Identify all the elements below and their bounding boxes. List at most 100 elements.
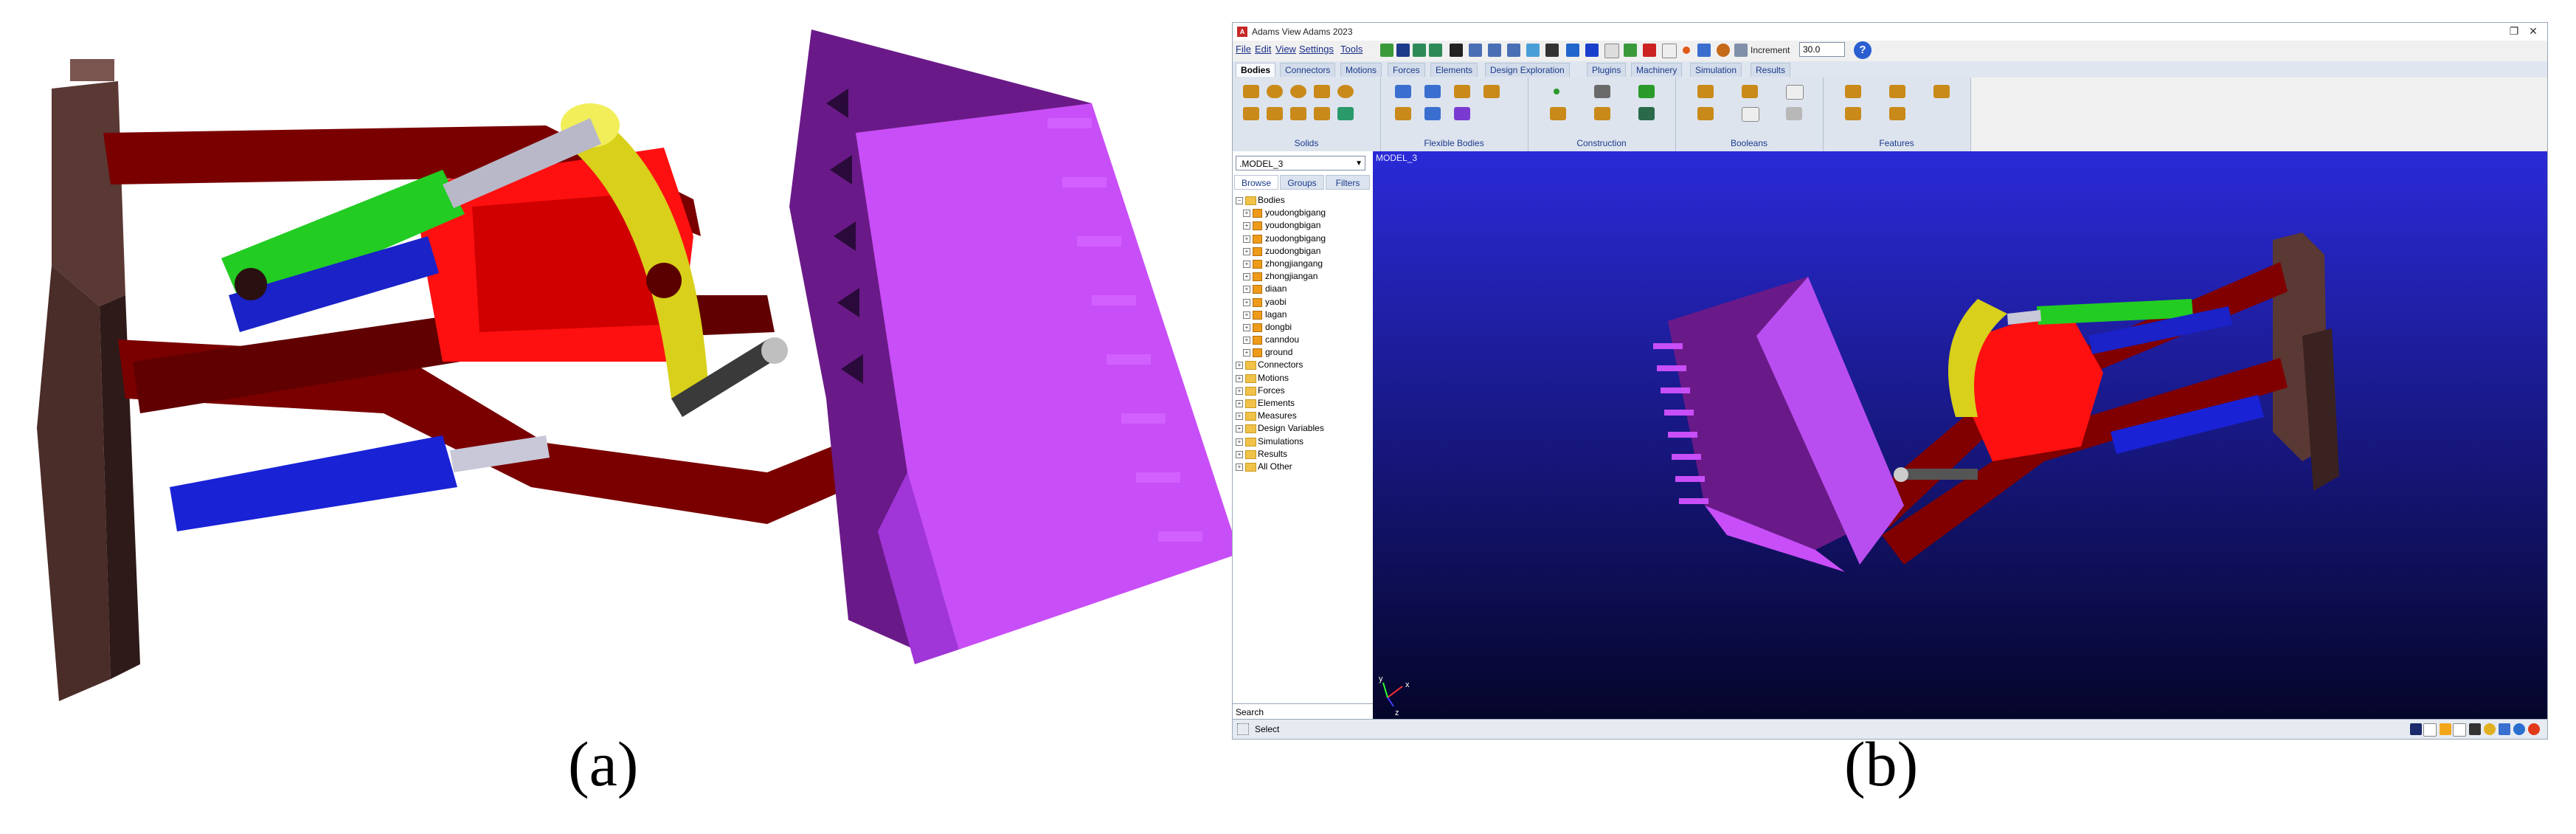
tab-plugins[interactable]: Plugins [1587,63,1627,77]
tree-item[interactable]: + youdongbigang [1236,207,1368,219]
union-icon[interactable] [1697,85,1714,98]
tab-results[interactable]: Results [1751,63,1791,77]
translate-icon[interactable] [1697,44,1711,57]
cut-icon[interactable] [1697,107,1714,120]
menu-tools[interactable]: Tools [1340,44,1363,55]
flex-swap-icon[interactable] [1424,85,1441,98]
expand-icon[interactable]: + [1236,463,1243,471]
expand-icon[interactable]: + [1243,298,1250,306]
tree-item[interactable]: + yaobi [1236,296,1368,309]
light-icon[interactable] [2484,723,2496,735]
restore-button[interactable]: ❐ [2506,25,2522,38]
tab-connectors[interactable]: Connectors [1280,63,1336,77]
cylinder-icon[interactable] [1267,85,1283,98]
expand-icon[interactable]: + [1236,400,1243,407]
tree-item[interactable]: + Motions [1236,372,1368,385]
increment-input[interactable] [1799,42,1845,57]
point-icon[interactable] [1554,89,1559,94]
tree-item[interactable]: + zhongjiangan [1236,270,1368,283]
expand-icon[interactable]: + [1236,438,1243,446]
expand-icon[interactable]: + [1243,273,1250,281]
spline-icon[interactable] [1594,107,1610,120]
expand-icon[interactable]: + [1243,247,1250,255]
expand-icon[interactable]: + [1243,260,1250,268]
hole-icon[interactable] [1933,85,1950,98]
new-model-icon[interactable] [1380,44,1393,57]
tree-item[interactable]: + Measures [1236,410,1368,422]
expand-icon[interactable]: + [1243,311,1250,319]
expand-icon[interactable]: + [1243,222,1250,230]
tab-motions[interactable]: Motions [1340,63,1382,77]
tree-item[interactable]: + Forces [1236,385,1368,397]
select-pointer-icon[interactable] [1450,44,1463,57]
menu-view[interactable]: View [1275,44,1296,55]
save-icon[interactable] [1396,44,1410,57]
database-icon[interactable] [2440,723,2451,735]
measure-icon[interactable] [1638,107,1655,120]
zoom-icon[interactable] [1469,44,1482,57]
tree-item[interactable]: + Simulations [1236,435,1368,448]
triad-icon[interactable] [1545,44,1559,57]
viewport-canvas[interactable]: x y z [1373,151,2547,720]
menu-file[interactable]: File [1236,44,1251,55]
rotate-icon[interactable] [1717,44,1730,57]
tree-item[interactable]: + Design Variables [1236,422,1368,435]
window-icon[interactable] [1662,44,1677,58]
tab-machinery[interactable]: Machinery [1631,63,1683,77]
menu-edit[interactable]: Edit [1255,44,1271,55]
boss-icon[interactable] [1845,107,1861,120]
marker-icon[interactable] [1594,85,1610,98]
box-icon[interactable] [1243,85,1259,98]
iso-view-icon[interactable] [1526,44,1540,57]
flex-rigid-icon[interactable] [1424,107,1441,120]
tree-item[interactable]: + All Other [1236,461,1368,473]
plot-icon[interactable] [2453,723,2466,737]
tab-browse[interactable]: Browse [1234,175,1278,190]
view-layout-icon[interactable] [1624,44,1637,57]
torus-icon[interactable] [1337,85,1354,98]
tree-item[interactable]: + canndou [1236,334,1368,346]
shell-icon[interactable] [1889,107,1905,120]
tab-simulation[interactable]: Simulation [1690,63,1742,77]
expand-icon[interactable]: + [1243,323,1250,331]
flex-link-icon[interactable] [1483,85,1500,98]
render-mode-icon[interactable] [1585,44,1599,57]
chamfer-icon[interactable] [1845,85,1861,98]
help-icon[interactable]: ? [1854,41,1872,59]
tree-item[interactable]: + lagan [1236,309,1368,321]
link-icon[interactable] [1243,107,1259,120]
flex-import-icon[interactable] [1395,107,1411,120]
tab-design-exploration[interactable]: Design Exploration [1485,63,1570,77]
plate-icon[interactable] [1267,107,1283,120]
menu-settings[interactable]: Settings [1299,44,1334,55]
info-window-icon[interactable] [2410,723,2422,735]
tree-item[interactable]: + zuodongbigang [1236,232,1368,245]
revolution-icon[interactable] [1314,107,1330,120]
split-icon[interactable] [1742,107,1759,122]
info-icon[interactable] [2513,723,2525,735]
coordinate-icon[interactable] [2499,723,2510,735]
flex-mnf-icon[interactable] [1454,107,1470,120]
tree-item[interactable]: + youdongbigan [1236,219,1368,232]
tree-item[interactable]: − Bodies [1236,194,1368,207]
collapse-icon[interactable]: − [1236,197,1243,204]
3d-viewport[interactable]: x y z [1373,151,2547,720]
search-icon[interactable] [1734,44,1748,57]
merge-icon[interactable] [1742,85,1758,98]
tree-item[interactable]: + Results [1236,448,1368,461]
polyline-icon[interactable] [1638,85,1655,98]
search-field[interactable]: Search [1233,703,1373,720]
tree-item[interactable]: + Connectors [1236,359,1368,371]
extrusion-icon[interactable] [1290,107,1306,120]
plane-icon[interactable] [1337,107,1354,120]
record-icon[interactable] [1683,46,1690,54]
tree-item[interactable]: + ground [1236,346,1368,359]
expand-icon[interactable]: + [1243,210,1250,218]
page-layout-icon[interactable] [1604,44,1619,58]
expand-icon[interactable]: + [1243,286,1250,294]
expand-icon[interactable]: + [1236,362,1243,370]
tree-item[interactable]: + zuodongbigan [1236,245,1368,258]
expand-icon[interactable]: + [1243,235,1250,243]
tab-filters[interactable]: Filters [1326,175,1370,190]
expand-icon[interactable]: + [1236,374,1243,382]
